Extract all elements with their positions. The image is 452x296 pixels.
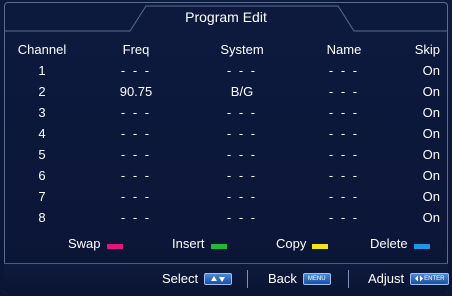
page-title: Program Edit — [185, 9, 267, 25]
freq-value: - - - — [120, 105, 152, 120]
column-header-skip: Skip — [414, 42, 440, 57]
adjust-hint: Adjust ENTER — [368, 271, 450, 286]
table-row[interactable]: 8 - - - - - - - - - On — [10, 208, 442, 229]
skip-value[interactable]: On — [380, 168, 440, 183]
freq-value: - - - — [120, 147, 152, 162]
table-row[interactable]: 3 - - - - - - - - - On — [10, 103, 442, 124]
insert-action[interactable]: Insert — [172, 236, 227, 251]
table-row[interactable]: 4 - - - - - - - - - On — [10, 124, 442, 145]
skip-value[interactable]: On — [380, 147, 440, 162]
name-value: - - - — [328, 126, 360, 141]
copy-label: Copy — [276, 236, 307, 251]
system-value: B/G — [230, 84, 254, 99]
name-value: - - - — [328, 210, 360, 225]
up-down-key-icon — [204, 272, 233, 285]
adjust-label: Adjust — [368, 271, 405, 286]
insert-label: Insert — [172, 236, 205, 251]
channel-number: 6 — [38, 168, 46, 183]
channel-number: 8 — [38, 210, 46, 225]
skip-value[interactable]: On — [380, 126, 440, 141]
swap-label: Swap — [68, 236, 101, 251]
column-header-channel: Channel — [17, 42, 67, 57]
table-row[interactable]: 6 - - - - - - - - - On — [10, 166, 442, 187]
system-value: - - - — [226, 168, 258, 183]
system-value: - - - — [226, 105, 258, 120]
copy-action[interactable]: Copy — [276, 236, 329, 251]
up-down-arrows-icon — [211, 275, 226, 282]
freq-value: - - - — [120, 126, 152, 141]
column-header-name: Name — [326, 42, 362, 57]
freq-value: 90.75 — [119, 84, 153, 99]
system-value: - - - — [226, 63, 258, 78]
program-edit-screen: Program Edit Channel Freq System Name Sk… — [0, 0, 452, 296]
enter-key-label: ENTER — [424, 275, 445, 282]
program-table: Channel Freq System Name Skip 1 - - - - … — [10, 40, 442, 229]
table-row[interactable]: 5 - - - - - - - - - On — [10, 145, 442, 166]
table-row[interactable]: 1 - - - - - - - - - On — [10, 61, 442, 82]
system-value: - - - — [226, 147, 258, 162]
left-right-enter-key-icon: ENTER — [410, 272, 450, 285]
system-value: - - - — [226, 210, 258, 225]
back-label: Back — [268, 271, 297, 286]
menu-key-icon: MENU — [302, 272, 331, 285]
freq-value: - - - — [120, 168, 152, 183]
channel-number: 3 — [38, 105, 46, 120]
select-label: Select — [162, 271, 199, 286]
channel-number: 4 — [38, 126, 46, 141]
skip-value[interactable]: On — [380, 189, 440, 204]
freq-value: - - - — [120, 63, 152, 78]
skip-value[interactable]: On — [380, 63, 440, 78]
system-value: - - - — [226, 189, 258, 204]
footer-divider — [247, 270, 248, 288]
channel-number: 2 — [38, 84, 46, 99]
back-hint: Back MENU — [268, 271, 331, 286]
channel-number: 5 — [38, 147, 46, 162]
freq-value: - - - — [120, 210, 152, 225]
channel-number: 1 — [38, 63, 46, 78]
delete-action[interactable]: Delete — [370, 236, 430, 251]
table-row[interactable]: 2 90.75 B/G - - - On — [10, 82, 442, 103]
skip-value[interactable]: On — [380, 210, 440, 225]
table-row[interactable]: 7 - - - - - - - - - On — [10, 187, 442, 208]
name-value: - - - — [328, 105, 360, 120]
column-header-freq: Freq — [122, 42, 150, 57]
system-value: - - - — [226, 126, 258, 141]
header-tab: Program Edit — [0, 0, 452, 32]
yellow-key-icon — [312, 244, 329, 249]
red-key-icon — [106, 244, 123, 249]
green-key-icon — [210, 244, 227, 249]
column-header-system: System — [220, 42, 264, 57]
skip-value[interactable]: On — [380, 84, 440, 99]
name-value: - - - — [328, 84, 360, 99]
swap-action[interactable]: Swap — [68, 236, 123, 251]
footer-hint-bar: Select Back MENU Adjust ENTER — [4, 263, 450, 294]
name-value: - - - — [328, 168, 360, 183]
color-key-legend: Swap Insert Copy Delete — [0, 236, 452, 256]
freq-value: - - - — [120, 189, 152, 204]
name-value: - - - — [328, 63, 360, 78]
blue-key-icon — [413, 244, 430, 249]
left-right-arrows-icon — [415, 275, 424, 282]
skip-value[interactable]: On — [380, 105, 440, 120]
select-hint: Select — [162, 271, 233, 286]
name-value: - - - — [328, 147, 360, 162]
channel-number: 7 — [38, 189, 46, 204]
footer-divider — [348, 270, 349, 288]
table-header-row: Channel Freq System Name Skip — [10, 40, 442, 61]
name-value: - - - — [328, 189, 360, 204]
delete-label: Delete — [370, 236, 408, 251]
